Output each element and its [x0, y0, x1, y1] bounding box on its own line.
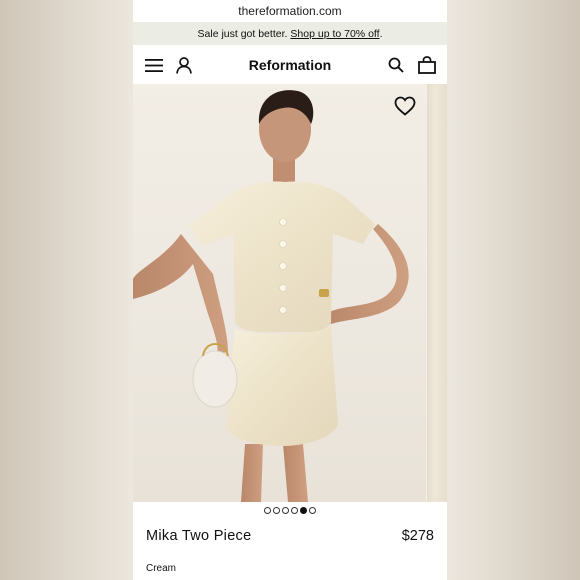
product-price: $278	[401, 528, 434, 544]
product-color: Cream	[146, 563, 177, 574]
pagination-dot[interactable]	[291, 507, 298, 514]
url-text: thereformation.com	[238, 4, 342, 18]
bag-icon[interactable]	[417, 55, 437, 75]
site-header: Reformation	[133, 45, 447, 84]
phone-screen: thereformation.com Sale just got better.…	[133, 0, 447, 580]
wishlist-heart-icon[interactable]	[394, 96, 416, 118]
search-icon[interactable]	[386, 55, 406, 75]
promo-suffix: .	[379, 27, 383, 40]
pagination-dot-active[interactable]	[300, 507, 307, 514]
promo-link[interactable]: Shop up to 70% off	[290, 28, 379, 40]
next-photo-peek[interactable]	[427, 84, 447, 502]
product-name: Mika Two Piece	[146, 528, 252, 544]
promo-text: Sale just got better.	[197, 27, 288, 40]
pagination-dot[interactable]	[264, 507, 271, 514]
menu-icon[interactable]	[144, 55, 164, 75]
carousel-pagination	[133, 507, 447, 514]
product-info-row: Mika Two Piece $278	[146, 528, 434, 544]
browser-url-bar[interactable]: thereformation.com	[133, 0, 447, 22]
pagination-dot[interactable]	[282, 507, 289, 514]
pagination-dot[interactable]	[273, 507, 280, 514]
product-image-carousel[interactable]	[133, 84, 447, 502]
account-icon[interactable]	[174, 55, 194, 75]
promo-banner: Sale just got better. Shop up to 70% off…	[133, 22, 447, 45]
pagination-dot[interactable]	[309, 507, 316, 514]
product-photo[interactable]	[133, 84, 426, 502]
